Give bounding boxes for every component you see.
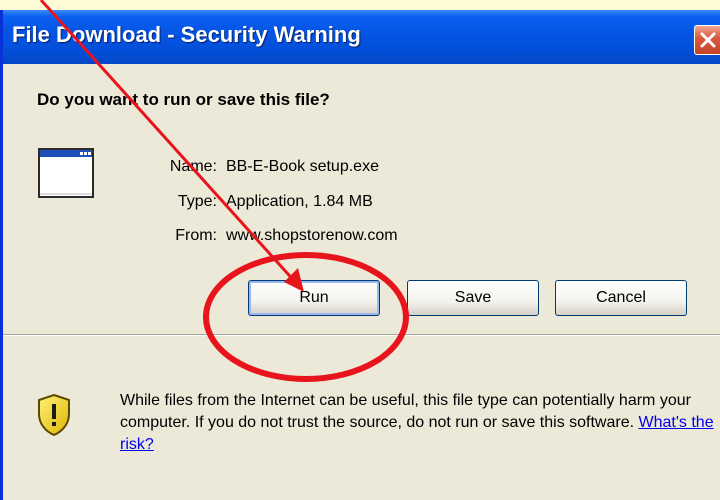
warning-message: While files from the Internet can be use… [120,390,720,456]
file-from-value: www.shopstorenow.com [226,227,398,244]
close-icon [700,32,716,48]
file-from-label: From: [175,227,217,244]
file-type-label: Type: [177,193,217,210]
dialog-content: Do you want to run or save this file? Na… [3,64,720,334]
cancel-button[interactable]: Cancel [555,280,687,316]
security-warning-dialog: File Download - Security Warning Do you … [0,10,720,500]
dialog-title: File Download - Security Warning [12,22,361,47]
title-bar[interactable]: File Download - Security Warning [3,10,720,64]
security-shield-icon [38,394,70,436]
file-type-value: Application, 1.84 MB [226,193,373,210]
warning-section: While files from the Internet can be use… [3,336,720,500]
download-question: Do you want to run or save this file? [37,90,330,109]
close-button[interactable] [694,25,720,55]
file-name-label: Name: [169,158,217,175]
warning-text: While files from the Internet can be use… [120,392,691,431]
run-button[interactable]: Run [248,280,380,316]
save-button[interactable]: Save [407,280,539,316]
file-name-value: BB-E-Book setup.exe [226,158,379,175]
